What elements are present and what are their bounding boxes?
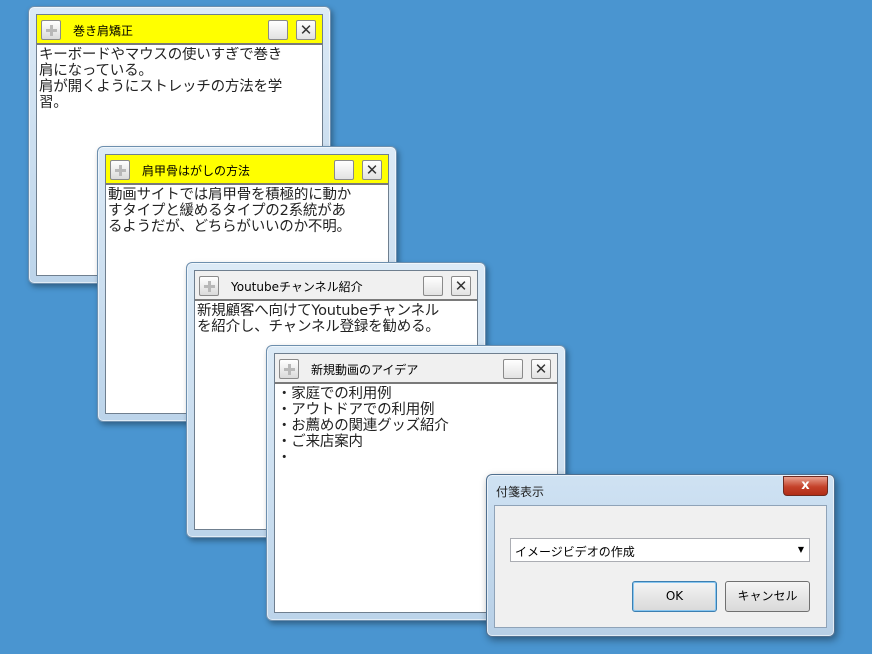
note-title: 新規動画のアイデア bbox=[311, 363, 419, 377]
note-title: 肩甲骨はがしの方法 bbox=[142, 164, 251, 178]
note-display-dialog[interactable]: 付箋表示 x イメージビデオの作成 ▼ OK キャンセル bbox=[486, 474, 835, 637]
chevron-down-icon[interactable]: ▼ bbox=[798, 545, 804, 554]
dialog-client-area: イメージビデオの作成 ▼ OK キャンセル bbox=[494, 505, 827, 628]
pin-icon[interactable] bbox=[279, 359, 299, 379]
close-icon[interactable]: ✕ bbox=[362, 160, 382, 180]
note-select-combobox[interactable]: イメージビデオの作成 ▼ bbox=[510, 538, 810, 562]
combo-selected-value: イメージビデオの作成 bbox=[515, 545, 635, 559]
close-icon[interactable]: ✕ bbox=[296, 20, 316, 40]
minimize-button[interactable] bbox=[268, 20, 288, 40]
note-title: 巻き肩矯正 bbox=[73, 24, 134, 38]
close-icon[interactable]: ✕ bbox=[531, 359, 551, 379]
note-title-bar[interactable]: 新規動画のアイデア ✕ bbox=[275, 354, 557, 384]
note-title-bar[interactable]: Youtubeチャンネル紹介 ✕ bbox=[195, 271, 477, 301]
minimize-button[interactable] bbox=[423, 276, 443, 296]
pin-icon[interactable] bbox=[199, 276, 219, 296]
pin-icon[interactable] bbox=[110, 160, 130, 180]
ok-button[interactable]: OK bbox=[632, 581, 717, 612]
note-title-bar[interactable]: 肩甲骨はがしの方法 ✕ bbox=[106, 155, 388, 185]
minimize-button[interactable] bbox=[334, 160, 354, 180]
note-title: Youtubeチャンネル紹介 bbox=[231, 280, 363, 294]
close-icon[interactable]: x bbox=[783, 476, 828, 496]
close-icon[interactable]: ✕ bbox=[451, 276, 471, 296]
dialog-title: 付箋表示 bbox=[496, 485, 545, 499]
note-title-bar[interactable]: 巻き肩矯正 ✕ bbox=[37, 15, 322, 45]
pin-icon[interactable] bbox=[41, 20, 61, 40]
minimize-button[interactable] bbox=[503, 359, 523, 379]
cancel-button[interactable]: キャンセル bbox=[725, 581, 810, 612]
